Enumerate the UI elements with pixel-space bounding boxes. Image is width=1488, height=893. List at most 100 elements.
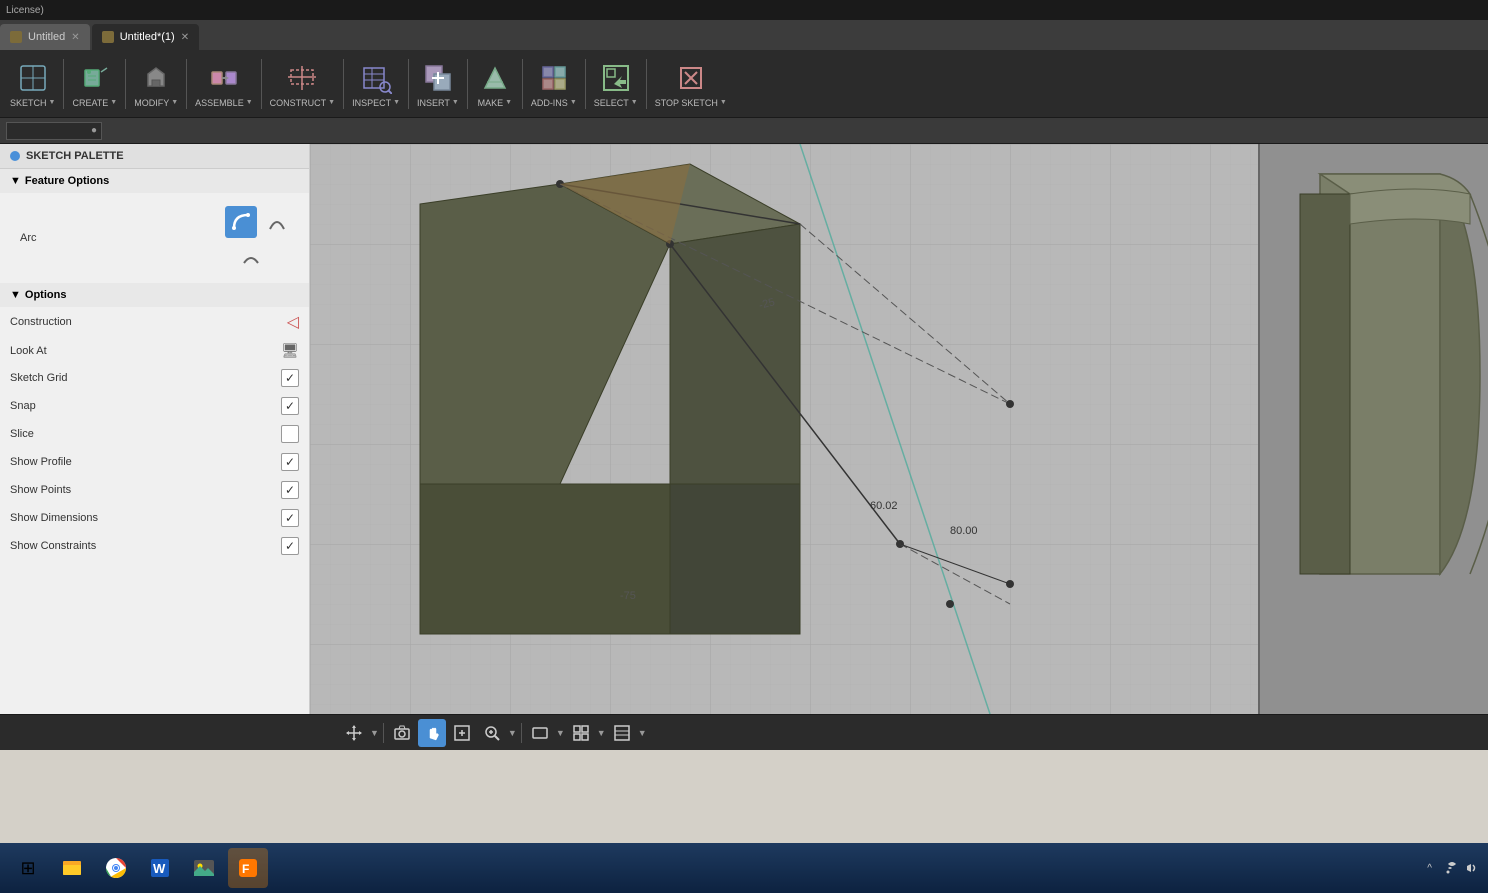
show-constraints-row: Show Constraints	[0, 532, 309, 560]
arc-button-1[interactable]	[225, 206, 257, 238]
show-points-checkbox[interactable]	[281, 481, 299, 499]
slice-label: Slice	[10, 428, 34, 440]
tab-untitled-1[interactable]: Untitled*(1) ✕	[92, 24, 199, 50]
toolbar-insert[interactable]: INSERT ▼	[411, 56, 465, 112]
look-at-row: Look At 🖥	[0, 337, 309, 364]
hand-btn[interactable]	[418, 719, 446, 747]
sketch-palette-panel: SKETCH PALETTE ▼ Feature Options Arc	[0, 144, 310, 714]
inspect-label: INSPECT ▼	[352, 98, 400, 108]
sep-10	[646, 59, 647, 109]
toolbar-assemble[interactable]: ASSEMBLE ▼	[189, 56, 258, 112]
arc-button-2[interactable]	[265, 210, 289, 234]
snap-row: Snap	[0, 392, 309, 420]
show-profile-row: Show Profile	[0, 448, 309, 476]
arc-label: Arc	[20, 232, 37, 244]
main-area: SKETCH PALETTE ▼ Feature Options Arc	[0, 144, 1488, 714]
tab-icon-1	[10, 31, 22, 43]
toolbar-make[interactable]: MAKE ▼	[470, 56, 520, 112]
stopsketch-label: STOP SKETCH ▼	[655, 98, 727, 108]
feature-options-header[interactable]: ▼ Feature Options	[0, 169, 309, 193]
assemble-icon	[206, 60, 242, 96]
options-arrow: ▼	[10, 289, 21, 301]
sep-8	[522, 59, 523, 109]
arc-controls	[225, 206, 289, 270]
main-viewport[interactable]: 60.02 80.00 -25 -75	[310, 144, 1258, 714]
construction-row: Construction ◁	[0, 307, 309, 337]
snap-label: Snap	[10, 400, 36, 412]
show-profile-label: Show Profile	[10, 456, 72, 468]
slice-row: Slice	[0, 420, 309, 448]
show-constraints-label: Show Constraints	[10, 540, 96, 552]
feature-options-label: Feature Options	[25, 175, 109, 187]
addins-label: ADD-INS ▼	[531, 98, 577, 108]
taskbar-chrome[interactable]	[96, 848, 136, 888]
tray-chevron[interactable]: ^	[1427, 863, 1432, 874]
toolbar-construct[interactable]: CONSTRUCT ▼	[264, 56, 341, 112]
insert-label: INSERT ▼	[417, 98, 459, 108]
grid-btn-1[interactable]	[567, 719, 595, 747]
palette-dot	[10, 151, 20, 161]
options-label: Options	[25, 289, 67, 301]
select-label: SELECT ▼	[594, 98, 638, 108]
arc-button-3[interactable]	[239, 246, 263, 270]
tab-untitled[interactable]: Untitled ✕	[0, 24, 90, 50]
inspect-icon	[358, 60, 394, 96]
sep-1	[63, 59, 64, 109]
network-icon	[1440, 860, 1456, 876]
make-icon	[477, 60, 513, 96]
feature-options-content: Arc	[0, 193, 309, 283]
tab-close-1[interactable]: ✕	[71, 32, 79, 43]
bottom-sep-1	[383, 723, 384, 743]
title-text: License)	[6, 5, 44, 16]
toolbar-modify[interactable]: MODIFY ▼	[128, 56, 184, 112]
look-at-label: Look At	[10, 345, 47, 357]
arc-row: Arc	[10, 201, 299, 275]
taskbar-photos[interactable]	[184, 848, 224, 888]
toolbar-addins[interactable]: ADD-INS ▼	[525, 56, 583, 112]
sketch-label: SKETCH ▼	[10, 98, 55, 108]
snap-checkbox[interactable]	[281, 397, 299, 415]
move-tool-btn[interactable]	[340, 719, 368, 747]
sep-4	[261, 59, 262, 109]
toolbar-stopsketch[interactable]: STOP SKETCH ▼	[649, 56, 733, 112]
stopsketch-icon	[673, 60, 709, 96]
taskbar-fusion[interactable]: F	[228, 848, 268, 888]
create-icon	[77, 60, 113, 96]
search-input[interactable]	[11, 125, 91, 136]
sketch-grid-checkbox[interactable]	[281, 369, 299, 387]
show-dimensions-checkbox[interactable]	[281, 509, 299, 527]
modify-label: MODIFY ▼	[134, 98, 178, 108]
show-profile-checkbox[interactable]	[281, 453, 299, 471]
preview-svg	[1260, 144, 1488, 714]
look-at-icon: 🖥	[281, 342, 299, 359]
taskbar: ⊞ W F	[0, 843, 1488, 893]
toolbar-inspect[interactable]: INSPECT ▼	[346, 56, 406, 112]
taskbar-explorer[interactable]	[52, 848, 92, 888]
sep-5	[343, 59, 344, 109]
camera-btn[interactable]	[388, 719, 416, 747]
svg-text:-75: -75	[620, 590, 636, 602]
construction-control: ◁	[287, 312, 299, 332]
start-button[interactable]: ⊞	[8, 848, 48, 888]
taskbar-word[interactable]: W	[140, 848, 180, 888]
tab-close-2[interactable]: ✕	[181, 32, 189, 43]
show-points-row: Show Points	[0, 476, 309, 504]
toolbar-select[interactable]: SELECT ▼	[588, 56, 644, 112]
zoom-fit-btn[interactable]	[448, 719, 476, 747]
display-btn[interactable]	[526, 719, 554, 747]
show-constraints-checkbox[interactable]	[281, 537, 299, 555]
svg-text:F: F	[242, 862, 249, 876]
svg-text:60.02: 60.02	[870, 500, 898, 512]
show-dimensions-label: Show Dimensions	[10, 512, 98, 524]
toolbar: SKETCH ▼ CREATE ▼ M	[0, 50, 1488, 118]
canvas-area[interactable]: 60.02 80.00 -25 -75	[310, 144, 1488, 714]
bottom-sep-2	[521, 723, 522, 743]
insert-icon	[420, 60, 456, 96]
slice-checkbox[interactable]	[281, 425, 299, 443]
toolbar-sketch[interactable]: SKETCH ▼	[4, 56, 61, 112]
zoom-btn[interactable]	[478, 719, 506, 747]
toolbar-create[interactable]: CREATE ▼	[66, 56, 123, 112]
grid-btn-2[interactable]	[608, 719, 636, 747]
make-label: MAKE ▼	[478, 98, 512, 108]
options-header[interactable]: ▼ Options	[0, 283, 309, 307]
